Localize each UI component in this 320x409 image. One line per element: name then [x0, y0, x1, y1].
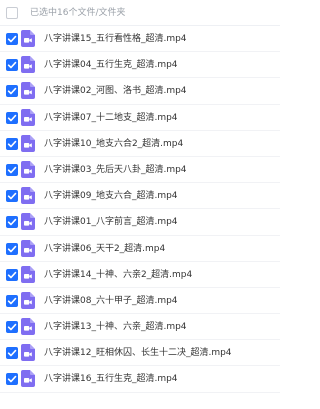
checkmark-icon [7, 114, 17, 121]
checkmark-icon [7, 297, 17, 305]
file-checkbox[interactable] [6, 85, 18, 98]
video-file-icon [21, 265, 35, 283]
file-name: 八字讲课15_五行看性格_超清.mp4 [44, 34, 187, 44]
file-name: 八字讲课02_河图、洛书_超清.mp4 [44, 86, 187, 97]
file-name: 八字讲课04_五行生克_超清.mp4 [44, 60, 178, 71]
video-file-icon [21, 82, 35, 100]
file-name: 八字讲课12_旺相休囚、长生十二决_超清.mp4 [44, 348, 232, 359]
file-checkbox[interactable] [6, 33, 18, 45]
file-name: 八字讲课08_六十甲子_超清.mp4 [44, 295, 178, 306]
file-checkbox[interactable] [6, 347, 18, 360]
file-name: 八字讲课01_八字前言_超清.mp4 [44, 217, 178, 228]
file-name: 八字讲课10_地支六合2_超清.mp4 [44, 138, 184, 149]
video-file-icon [21, 160, 35, 178]
file-row[interactable]: 八字讲课02_河图、洛书_超清.mp4 [0, 78, 280, 105]
video-file-icon [21, 30, 35, 47]
file-checkbox[interactable] [6, 111, 18, 124]
video-file-icon [21, 187, 35, 205]
file-row[interactable]: 八字讲课09_地支六合_超清.mp4 [0, 183, 280, 210]
partial-row [0, 393, 280, 409]
checkmark-icon [7, 376, 17, 383]
file-row[interactable]: 八字讲课13_十神、六亲_超清.mp4 [0, 314, 280, 341]
checkmark-icon [7, 350, 17, 357]
video-file-icon [21, 239, 35, 257]
file-name: 八字讲课06_天干2_超清.mp4 [44, 243, 166, 254]
checkmark-icon [7, 61, 17, 69]
checkmark-icon [7, 323, 17, 331]
file-checkbox[interactable] [6, 190, 18, 203]
checkmark-icon [7, 166, 17, 174]
file-row[interactable]: 八字讲课06_天干2_超清.mp4 [0, 236, 280, 262]
file-row[interactable]: 八字讲课08_六十甲子_超清.mp4 [0, 288, 280, 315]
file-row[interactable]: 八字讲课01_八字前言_超清.mp4 [0, 209, 280, 236]
video-file-icon [21, 213, 35, 231]
checkmark-icon [7, 245, 17, 252]
file-list: 八字讲课15_五行看性格_超清.mp4 八字讲课04_五行生克_超清.mp4 八字讲… [0, 26, 280, 393]
file-row[interactable]: 八字讲课04_五行生克_超清.mp4 [0, 52, 280, 79]
checkmark-icon [7, 35, 17, 43]
video-file-icon [21, 108, 35, 126]
file-checkbox[interactable] [6, 373, 18, 386]
file-checkbox[interactable] [6, 163, 18, 176]
checkmark-icon [7, 219, 17, 226]
file-row[interactable]: 八字讲课12_旺相休囚、长生十二决_超清.mp4 [0, 340, 280, 367]
file-name: 八字讲课07_十二地支_超清.mp4 [44, 112, 178, 123]
checkmark-icon [7, 140, 17, 148]
file-checkbox[interactable] [6, 216, 18, 229]
video-file-icon [21, 370, 35, 388]
file-checkbox[interactable] [6, 59, 18, 72]
checkmark-icon [7, 271, 17, 278]
file-name: 八字讲课14_十神、六亲2_超清.mp4 [44, 269, 193, 280]
file-row[interactable]: 八字讲课03_先后天八卦_超清.mp4 [0, 157, 280, 184]
file-name: 八字讲课09_地支六合_超清.mp4 [44, 191, 178, 202]
file-checkbox[interactable] [6, 242, 18, 255]
file-checkbox[interactable] [6, 294, 18, 307]
video-file-icon [21, 318, 35, 336]
file-row[interactable]: 八字讲课16_五行生克_超清.mp4 [0, 366, 280, 393]
file-row[interactable]: 八字讲课07_十二地支_超清.mp4 [0, 105, 280, 131]
file-name: 八字讲课13_十神、六亲_超清.mp4 [44, 322, 187, 333]
selection-count-text: 已选中16个文件/文件夹 [30, 8, 126, 18]
file-checkbox[interactable] [6, 268, 18, 281]
video-file-icon [21, 291, 35, 309]
file-name: 八字讲课16_五行生克_超清.mp4 [44, 374, 178, 385]
file-checkbox[interactable] [6, 321, 18, 334]
checkmark-icon [7, 192, 17, 200]
checkmark-icon [7, 88, 17, 95]
video-file-icon [21, 56, 35, 74]
file-checkbox[interactable] [6, 137, 18, 150]
select-all-checkbox[interactable] [6, 7, 18, 19]
selection-header: 已选中16个文件/文件夹 [0, 0, 280, 26]
file-row[interactable]: 八字讲课10_地支六合2_超清.mp4 [0, 131, 280, 157]
video-file-icon [21, 134, 35, 152]
video-file-icon [21, 344, 35, 362]
file-row[interactable]: 八字讲课14_十神、六亲2_超清.mp4 [0, 262, 280, 288]
file-row[interactable]: 八字讲课15_五行看性格_超清.mp4 [0, 26, 280, 53]
file-name: 八字讲课03_先后天八卦_超清.mp4 [44, 164, 187, 175]
